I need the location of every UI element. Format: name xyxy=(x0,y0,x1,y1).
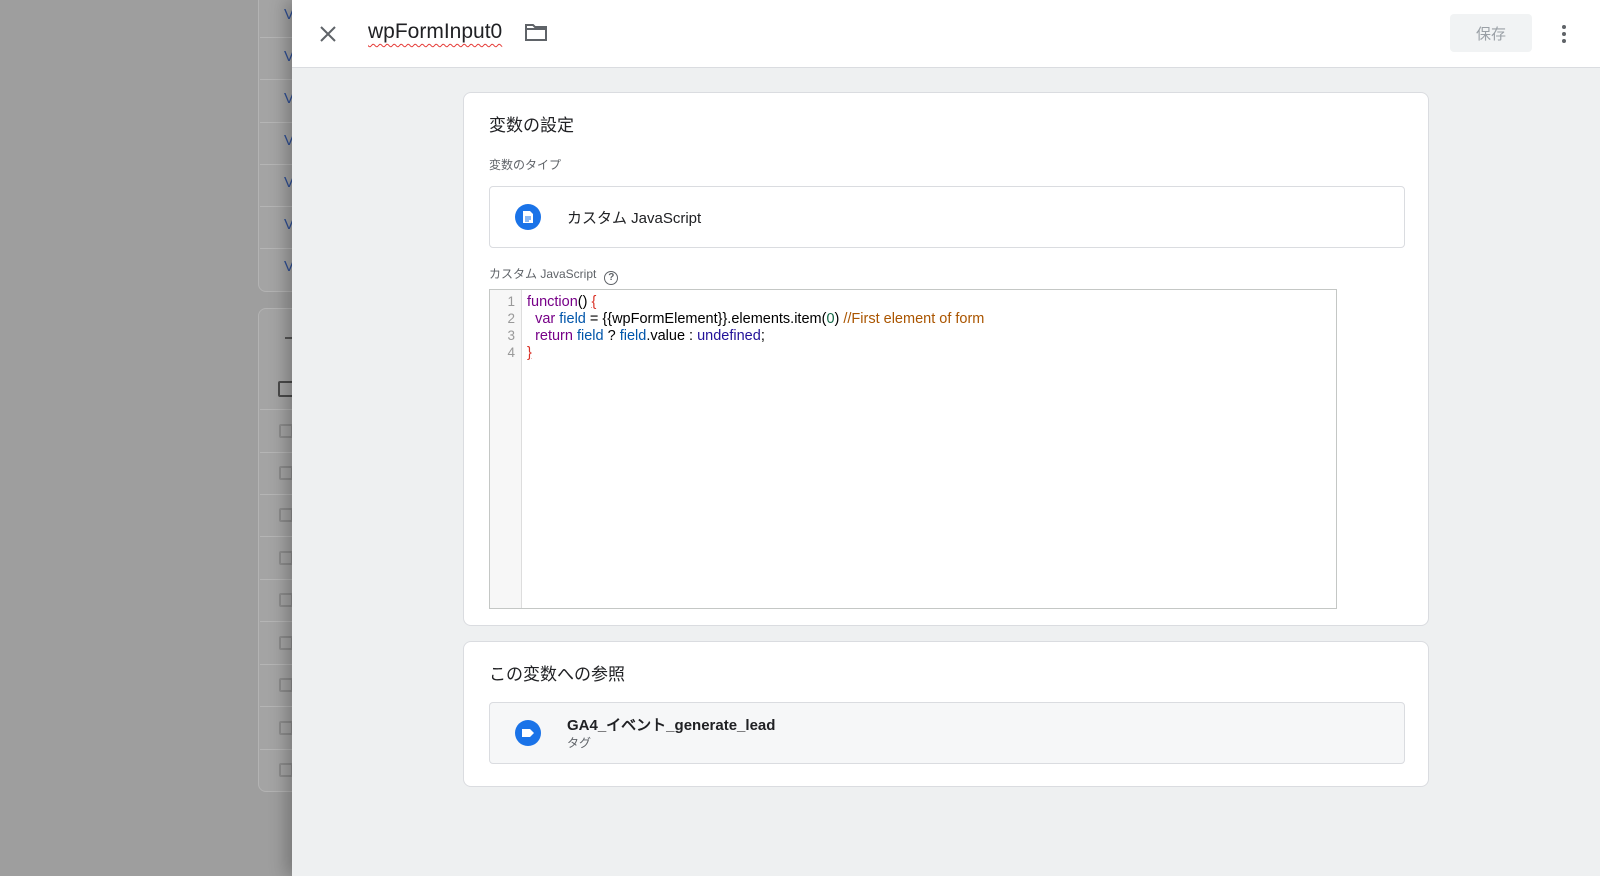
code-variable: field xyxy=(619,328,647,344)
variable-editor-panel: wpFormInput0 保存 変数の設定 変数のタイプ カスタム JavaSc… xyxy=(292,0,1600,876)
code-line: function() { xyxy=(527,294,596,310)
save-button[interactable]: 保存 xyxy=(1450,14,1532,52)
card-heading: この変数への参照 xyxy=(489,665,625,684)
variable-type-selector[interactable]: カスタム JavaScript xyxy=(489,186,1405,248)
background-checkbox xyxy=(279,551,293,565)
background-checkbox xyxy=(279,636,293,650)
help-icon[interactable]: ? xyxy=(604,271,619,285)
code-keyword: function xyxy=(527,294,578,310)
code-text: ? xyxy=(603,328,620,344)
code-keyword: return xyxy=(535,328,573,344)
code-variable: field xyxy=(559,311,586,327)
background-checkbox xyxy=(279,763,293,777)
code-bracket: { xyxy=(591,294,597,310)
code-text: .value : xyxy=(646,328,698,344)
background-checkbox xyxy=(279,466,293,480)
code-line: var field = {{wpFormElement}}.elements.i… xyxy=(527,311,984,327)
line-number-gutter: 1 2 3 4 xyxy=(490,290,522,608)
variable-type-name: カスタム JavaScript xyxy=(567,210,702,227)
background-checkbox xyxy=(279,593,293,607)
code-atom: undefined xyxy=(697,328,761,344)
more-vert-icon-dot xyxy=(1562,32,1566,36)
variable-references-card: この変数への参照 GA4_イベント_generate_lead タグ xyxy=(463,641,1429,787)
reference-item[interactable]: GA4_イベント_generate_lead タグ xyxy=(489,702,1405,764)
more-options-button[interactable] xyxy=(1554,20,1574,48)
line-number: 4 xyxy=(507,345,515,360)
variable-type-label: 変数のタイプ xyxy=(489,158,562,172)
custom-js-label-text: カスタム JavaScript xyxy=(489,267,597,281)
background-checkbox xyxy=(279,721,293,735)
document-icon xyxy=(515,204,541,230)
code-comment: //First element of form xyxy=(843,311,985,327)
more-vert-icon-dot xyxy=(1562,39,1566,43)
reference-kind: タグ xyxy=(567,736,592,750)
more-vert-icon xyxy=(1562,25,1566,29)
code-text: ; xyxy=(760,328,765,344)
code-number: 0 xyxy=(826,311,835,327)
close-icon xyxy=(320,26,336,42)
code-editor[interactable]: 1 2 3 4 function() { var field = {{wpFor… xyxy=(489,289,1337,609)
line-number: 2 xyxy=(507,311,515,326)
background-checkbox xyxy=(279,424,293,438)
code-text: = {{wpFormElement}}.elements.item( xyxy=(585,311,827,327)
folder-icon xyxy=(525,24,547,41)
close-button[interactable] xyxy=(314,20,342,48)
panel-header: wpFormInput0 保存 xyxy=(292,0,1600,68)
code-line: } xyxy=(527,345,532,361)
card-heading: 変数の設定 xyxy=(489,116,574,135)
tag-icon xyxy=(515,720,541,746)
background-checkbox xyxy=(279,678,293,692)
line-number: 1 xyxy=(507,294,515,309)
variable-configuration-card: 変数の設定 変数のタイプ カスタム JavaScript カスタム JavaSc… xyxy=(463,92,1429,626)
folder-button[interactable] xyxy=(524,22,550,46)
reference-name: GA4_イベント_generate_lead xyxy=(567,717,776,734)
background-checkbox xyxy=(279,508,293,522)
code-variable: field xyxy=(576,328,604,344)
custom-js-label: カスタム JavaScript? xyxy=(489,265,619,285)
code-keyword: var xyxy=(535,311,556,327)
code-text: () xyxy=(577,294,592,310)
line-number: 3 xyxy=(507,328,515,343)
code-line: return field ? field.value : undefined; xyxy=(527,328,765,344)
variable-name-input[interactable]: wpFormInput0 xyxy=(368,20,502,44)
code-bracket: } xyxy=(527,345,532,361)
